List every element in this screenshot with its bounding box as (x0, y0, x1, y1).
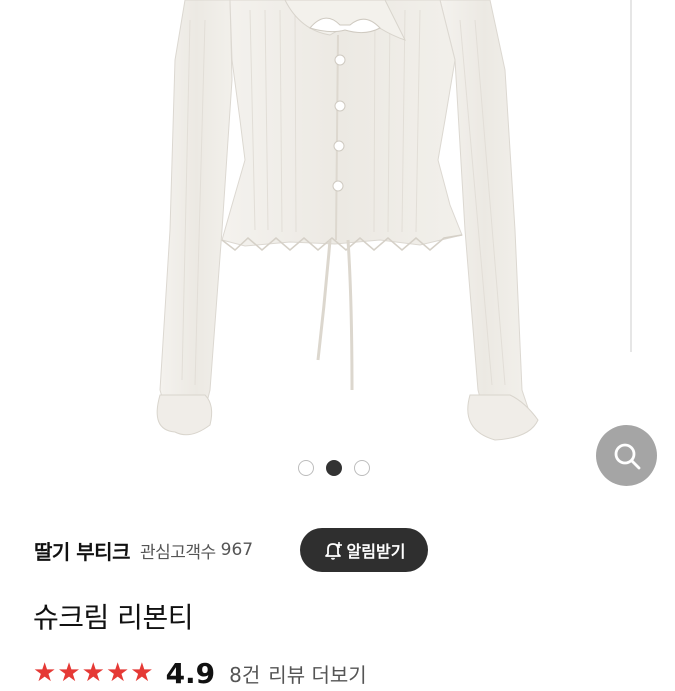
star-icon: ★ (130, 658, 154, 688)
star-icon: ★ (81, 658, 105, 688)
pager-dot[interactable] (354, 460, 370, 476)
rating-stars: ★ ★ ★ ★ ★ (33, 660, 154, 686)
star-icon: ★ (57, 658, 81, 688)
product-photo (156, 0, 632, 441)
pager-dot-active[interactable] (326, 460, 342, 476)
review-count[interactable]: 8건 (229, 659, 260, 688)
notify-button-label: 알림받기 (346, 542, 406, 561)
rating-row[interactable]: ★ ★ ★ ★ ★ 4.9 8건 리뷰 더보기 (33, 655, 367, 691)
product-title: 슈크림 리본티 (33, 601, 193, 634)
star-icon: ★ (105, 658, 130, 688)
image-pager[interactable] (298, 460, 370, 476)
shop-name[interactable]: 딸기 부티크 (34, 536, 130, 565)
rating-value: 4.9 (165, 656, 216, 690)
search-icon (614, 443, 640, 469)
zoom-button[interactable] (596, 425, 657, 486)
follower-count: 967 (220, 540, 254, 560)
shop-row: 딸기 부티크 관심고객수 967 알림받기 (34, 528, 654, 572)
star-icon: ★ (33, 658, 57, 688)
review-more-link[interactable]: 리뷰 더보기 (268, 659, 366, 688)
bell-plus-icon (324, 542, 342, 560)
product-image[interactable] (0, 0, 675, 500)
follower-label: 관심고객수 (139, 542, 216, 563)
pager-dot[interactable] (298, 460, 314, 476)
notify-button[interactable]: 알림받기 (300, 528, 428, 572)
